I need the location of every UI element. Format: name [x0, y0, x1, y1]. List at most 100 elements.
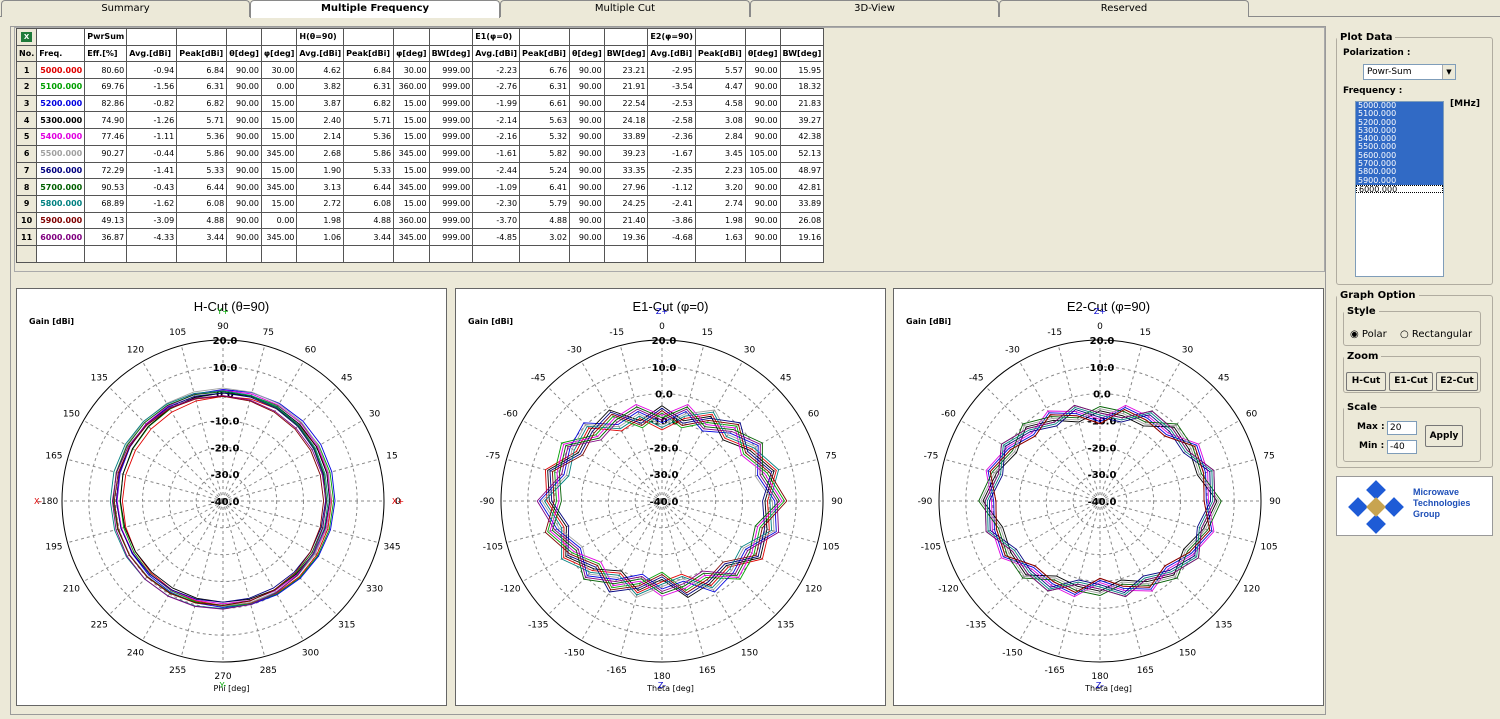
table-cell: 90.00: [744, 78, 781, 96]
table-cell: 30.00: [260, 61, 298, 80]
ring-tick-label: -20.0: [211, 443, 240, 454]
column-header[interactable]: θ[deg]: [226, 44, 262, 63]
column-header[interactable]: Peak[dBi]: [176, 44, 228, 63]
angle-tick-label: -45: [969, 373, 984, 383]
grid-spoke: [661, 420, 802, 502]
ring-tick-label: -30.0: [1088, 470, 1117, 481]
column-header[interactable]: BW[deg]: [779, 44, 825, 63]
table-cell: 1.98: [296, 211, 345, 230]
grid-spoke: [222, 500, 338, 616]
zoom-e2-cut-button[interactable]: E2-Cut: [1436, 372, 1478, 391]
table-cell: 5.79: [519, 194, 571, 213]
table-cell: -1.26: [126, 111, 178, 130]
column-header[interactable]: Avg.[dBi]: [647, 44, 696, 63]
table-row[interactable]: 2 5100.000 69.76 -1.56 6.31 90.00 0.00 3.82 6.31…: [15, 78, 825, 96]
table-cell: 999.00: [428, 211, 474, 230]
column-header[interactable]: Avg.[dBi]: [472, 44, 521, 63]
column-header[interactable]: BW[deg]: [603, 44, 649, 63]
column-header[interactable]: Peak[dBi]: [343, 44, 395, 63]
axis-marker-bottom: Y-: [219, 681, 227, 690]
frequency-list[interactable]: 5000.000 5100.000 5200.000 5300.000 5400.000…: [1355, 101, 1444, 277]
table-cell: 33.89: [779, 194, 825, 213]
polarization-select[interactable]: Powr-Sum ▼: [1363, 64, 1456, 80]
table-cell: 3.08: [694, 111, 746, 130]
table-cell: -3.86: [647, 211, 696, 230]
rectangular-radio[interactable]: ○ Rectangular: [1400, 329, 1472, 340]
column-header[interactable]: φ[deg]: [393, 44, 430, 63]
table-cell: -2.95: [647, 61, 696, 80]
scale-max-input[interactable]: 20: [1387, 421, 1417, 435]
table-cell: 90.00: [569, 144, 605, 163]
polar-plot-panel: E2-Cut (φ=90) Gain [dBi] Theta [deg] 0 15 30 4…: [893, 288, 1324, 706]
tab-3d-view[interactable]: 3D-View: [750, 0, 999, 17]
tab-multiple-frequency[interactable]: Multiple Frequency: [250, 0, 500, 18]
angle-tick-label: 195: [45, 542, 62, 552]
ring-tick-label: 20.0: [1090, 336, 1115, 347]
table-cell: 5.32: [519, 128, 571, 146]
table-cell: 6.31: [176, 78, 228, 96]
export-excel-cell[interactable]: X: [15, 28, 38, 46]
table-cell: 5.36: [343, 128, 395, 146]
grid-spoke: [661, 458, 818, 502]
scale-min-input[interactable]: -40: [1387, 440, 1417, 454]
results-table: X PwrSum H(θ=90) E1(φ=0) E2(φ=90) No. Fre…: [15, 28, 825, 263]
table-row[interactable]: 3 5200.000 82.86 -0.82 6.82 90.00 15.00 3.87 6.8…: [15, 94, 825, 113]
table-row[interactable]: 10 5900.000 49.13 -3.09 4.88 90.00 0.00 1.98 4.8…: [15, 211, 825, 230]
polar-radio[interactable]: ◉ Polar: [1350, 329, 1387, 340]
freq-cell: 5100.000: [36, 78, 86, 96]
column-header[interactable]: Avg.[dBi]: [126, 44, 178, 63]
table-cell: -4.68: [647, 228, 696, 246]
table-row[interactable]: 4 5300.000 74.90 -1.26 5.71 90.00 15.00 2.40 5.7…: [15, 111, 825, 130]
ring-tick-label: 10.0: [213, 363, 238, 374]
zoom-h-cut-button[interactable]: H-Cut: [1346, 372, 1386, 391]
tab-summary[interactable]: Summary: [1, 0, 250, 17]
table-cell: 999.00: [428, 61, 474, 80]
column-header[interactable]: φ[deg]: [260, 44, 298, 63]
table-cell: 48.97: [779, 161, 825, 180]
column-header[interactable]: BW[deg]: [428, 44, 474, 63]
table-row[interactable]: 1 5000.000 80.60 -0.94 6.84 90.00 30.00 4.62 6.8…: [15, 61, 825, 80]
column-header[interactable]: θ[deg]: [744, 44, 781, 63]
column-header[interactable]: Freq.: [36, 44, 86, 63]
column-header[interactable]: Avg.[dBi]: [296, 44, 345, 63]
column-header[interactable]: θ[deg]: [569, 44, 605, 63]
table-cell: 3.82: [296, 78, 345, 96]
table-cell: 21.83: [779, 94, 825, 113]
table-cell: -2.14: [472, 111, 521, 130]
table-cell: 2.68: [296, 144, 345, 163]
table-row[interactable]: 11 6000.000 36.87 -4.33 3.44 90.00 345.00 1.06 3…: [15, 228, 825, 246]
tab-reserved[interactable]: Reserved: [999, 0, 1249, 17]
column-header[interactable]: Peak[dBi]: [519, 44, 571, 63]
table-cell: -2.41: [647, 194, 696, 213]
chevron-down-icon[interactable]: ▼: [1442, 65, 1455, 79]
table-cell: -2.35: [647, 161, 696, 180]
column-header[interactable]: Eff.[%]: [84, 44, 128, 63]
ring-tick-label: 0.0: [655, 390, 673, 401]
table-cell: -2.53: [647, 94, 696, 113]
excel-icon[interactable]: X: [21, 31, 33, 42]
table-row[interactable]: 5 5400.000 77.46 -1.11 5.36 90.00 15.00 2.14 5.3…: [15, 128, 825, 146]
table-cell: 3.44: [343, 228, 395, 246]
table-cell: 39.23: [603, 144, 649, 163]
apply-button[interactable]: Apply: [1425, 425, 1463, 447]
table-cell: 105.00: [744, 161, 781, 180]
angle-tick-label: 105: [169, 328, 186, 338]
frequency-list-item[interactable]: 6000.000: [1356, 184, 1443, 194]
angle-tick-label: 150: [63, 410, 80, 420]
table-row[interactable]: 8 5700.000 90.53 -0.43 6.44 90.00 345.00 3.13 6.…: [15, 178, 825, 196]
frequency-list-item[interactable]: 5900.000: [1356, 176, 1443, 185]
grid-spoke: [222, 500, 363, 582]
table-cell: 3.20: [694, 178, 746, 196]
zoom-e1-cut-button[interactable]: E1-Cut: [1389, 372, 1433, 391]
table-cell: 4.88: [176, 211, 228, 230]
table-row[interactable]: 7 5600.000 72.29 -1.41 5.33 90.00 15.00 1.90 5.3…: [15, 161, 825, 180]
column-header[interactable]: Peak[dBi]: [694, 44, 746, 63]
table-row[interactable]: 9 5800.000 68.89 -1.62 6.08 90.00 15.00 2.72 6.0…: [15, 194, 825, 213]
polar-chart: 9075604530150345330315300285270255240225…: [34, 307, 404, 690]
column-header[interactable]: No.: [15, 44, 38, 63]
table-cell: 4.88: [343, 211, 395, 230]
table-row[interactable]: 6 5500.000 90.27 -0.44 5.86 90.00 345.00 2.68 5.…: [15, 144, 825, 163]
axis-marker-top: Z+: [656, 307, 668, 316]
tab-multiple-cut[interactable]: Multiple Cut: [500, 0, 750, 17]
angle-tick-label: -15: [609, 328, 624, 338]
